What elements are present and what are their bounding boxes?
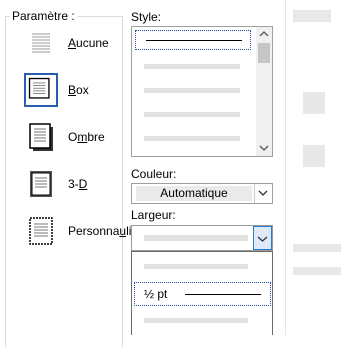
3d-border-icon [30,171,52,197]
style-scrollbar[interactable] [256,27,272,156]
setting-3d-label: 3-D [68,177,88,191]
custom-border-icon [29,217,53,245]
style-listbox[interactable] [131,26,273,157]
scroll-thumb[interactable] [258,43,270,63]
width-option-selected[interactable]: ½ pt [134,282,271,306]
width-current-value [144,235,248,241]
shadow-border-icon [29,123,53,151]
scroll-up-icon[interactable] [259,30,269,38]
style-option[interactable] [144,64,240,69]
chevron-down-icon [258,190,268,196]
line-sample [185,294,261,295]
style-option[interactable] [144,88,240,93]
width-dropdown-button[interactable] [253,226,272,250]
setting-none[interactable]: Aucune [24,26,124,62]
preview-divider [285,0,286,335]
setting-box[interactable]: Box [24,73,124,109]
style-label: Style: [131,10,162,24]
color-dropdown-value: Automatique [136,186,252,201]
preview-label [293,244,341,252]
setting-group-label: Paramètre : [10,9,77,23]
preview-button[interactable] [303,92,325,114]
preview-button[interactable] [303,145,325,167]
color-label: Couleur: [131,167,177,181]
setting-box-label: Box [68,83,89,97]
setting-shadow-label: Ombre [68,130,105,144]
setting-custom[interactable]: Personnauliser [24,214,148,250]
color-dropdown[interactable]: Automatique [131,183,273,204]
width-option[interactable] [144,318,248,323]
scroll-down-icon[interactable] [259,144,269,152]
preview-label [293,267,341,275]
width-label: Largeur: [131,208,176,222]
width-dropdown-list[interactable]: ½ pt [131,251,273,335]
no-border-icon [32,33,50,53]
width-option[interactable] [144,264,248,269]
solid-line-sample [146,40,242,41]
color-dropdown-button[interactable] [254,184,272,203]
setting-3d[interactable]: 3-D [24,167,124,203]
preview-label [293,10,331,22]
chevron-down-icon [257,236,268,242]
setting-none-label: Aucune [68,36,109,50]
box-border-icon [24,73,58,107]
style-option-selected[interactable] [135,30,251,50]
width-option-label: ½ pt [144,287,168,301]
setting-shadow[interactable]: Ombre [24,120,124,156]
style-option[interactable] [144,136,240,141]
style-option[interactable] [144,112,240,117]
width-dropdown[interactable] [131,225,273,251]
